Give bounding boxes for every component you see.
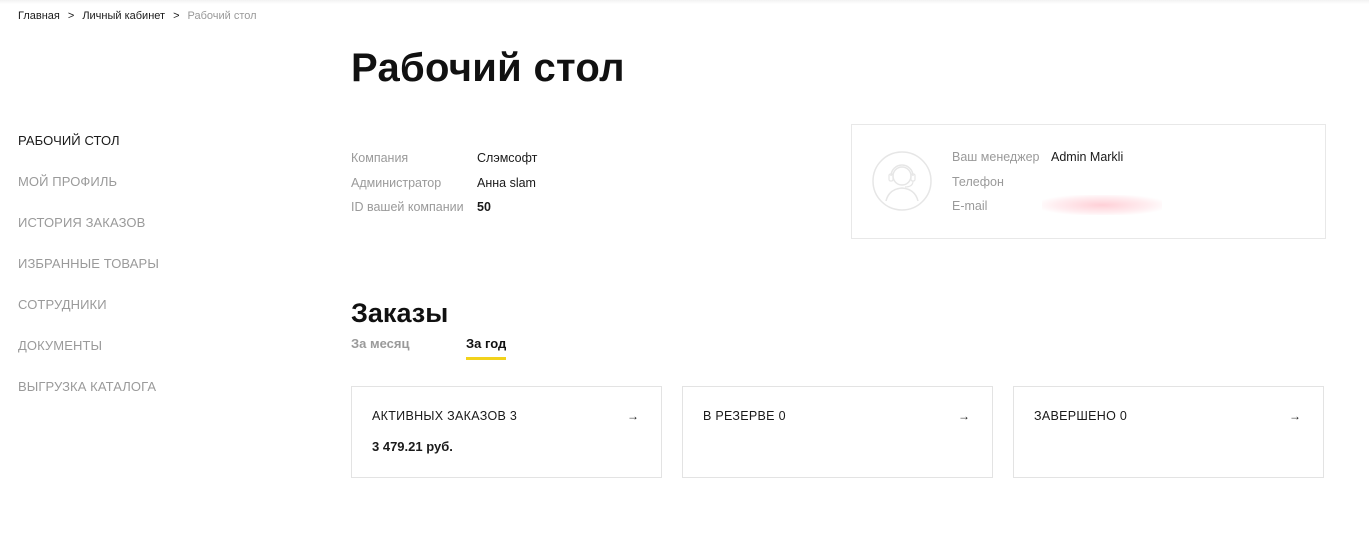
breadcrumb: Главная > Личный кабинет > Рабочий стол xyxy=(18,9,257,23)
company-label: Компания xyxy=(351,151,409,166)
company-id-row: ID вашей компании 50 xyxy=(351,195,537,220)
tab-month[interactable]: За месяц xyxy=(351,336,409,357)
breadcrumb-account[interactable]: Личный кабинет xyxy=(82,10,165,22)
breadcrumb-home[interactable]: Главная xyxy=(18,10,60,22)
breadcrumb-separator: > xyxy=(67,10,75,22)
completed-orders-title: ЗАВЕРШЕНО 0 xyxy=(1034,409,1128,423)
active-orders-card[interactable]: АКТИВНЫХ ЗАКАЗОВ 3 → 3 479.21 руб. xyxy=(351,386,662,478)
redacted-email xyxy=(1042,195,1162,215)
admin-value: Анна slam xyxy=(477,175,536,190)
phone-label: Телефон xyxy=(952,174,1004,189)
arrow-right-icon: → xyxy=(958,409,970,423)
order-summary-cards: АКТИВНЫХ ЗАКАЗОВ 3 → 3 479.21 руб. В РЕЗ… xyxy=(351,386,1325,478)
completed-orders-card[interactable]: ЗАВЕРШЕНО 0 → xyxy=(1013,386,1324,478)
manager-label: Ваш менеджер xyxy=(952,150,1040,165)
active-orders-title: АКТИВНЫХ ЗАКАЗОВ 3 xyxy=(372,409,518,423)
company-id-label: ID вашей компании xyxy=(351,200,464,215)
email-label: E-mail xyxy=(952,199,988,214)
sidebar-item-favorites[interactable]: Избранные товары xyxy=(18,251,238,292)
sidebar-item-dashboard[interactable]: Рабочий стол xyxy=(18,128,238,169)
company-value: Слэмсофт xyxy=(477,151,538,166)
admin-label: Администратор xyxy=(351,175,442,190)
reserved-orders-card[interactable]: В РЕЗЕРВЕ 0 → xyxy=(682,386,993,478)
company-row: Компания Слэмсофт xyxy=(351,146,537,171)
sidebar-menu: Рабочий стол Мой профиль История заказов… xyxy=(18,128,238,415)
arrow-right-icon: → xyxy=(627,409,639,423)
sidebar-item-employees[interactable]: Сотрудники xyxy=(18,292,238,333)
manager-name-row: Ваш менеджер Admin Markli xyxy=(952,145,1123,170)
manager-phone-row: Телефон xyxy=(952,170,1123,195)
company-info: Компания Слэмсофт Администратор Анна sla… xyxy=(351,146,537,220)
reserved-orders-title: В РЕЗЕРВЕ 0 xyxy=(703,409,786,423)
support-agent-icon xyxy=(872,151,932,211)
sidebar-item-documents[interactable]: Документы xyxy=(18,333,238,374)
sidebar-item-order-history[interactable]: История заказов xyxy=(18,210,238,251)
manager-name: Admin Markli xyxy=(1051,150,1124,165)
sidebar-item-profile[interactable]: Мой профиль xyxy=(18,169,238,210)
tab-year[interactable]: За год xyxy=(466,336,507,360)
breadcrumb-separator: > xyxy=(173,10,180,22)
admin-row: Администратор Анна slam xyxy=(351,171,537,196)
orders-title: Заказы xyxy=(351,298,449,328)
page-title: Рабочий стол xyxy=(351,46,625,90)
manager-card: Ваш менеджер Admin Markli Телефон E-mail xyxy=(851,124,1326,239)
active-orders-sum: 3 479.21 руб. xyxy=(372,439,453,454)
top-shadow xyxy=(0,0,1369,4)
sidebar-item-catalog-export[interactable]: Выгрузка каталога xyxy=(18,374,238,415)
company-id-value: 50 xyxy=(477,200,491,215)
arrow-right-icon: → xyxy=(1289,409,1301,423)
breadcrumb-current: Рабочий стол xyxy=(187,10,257,22)
